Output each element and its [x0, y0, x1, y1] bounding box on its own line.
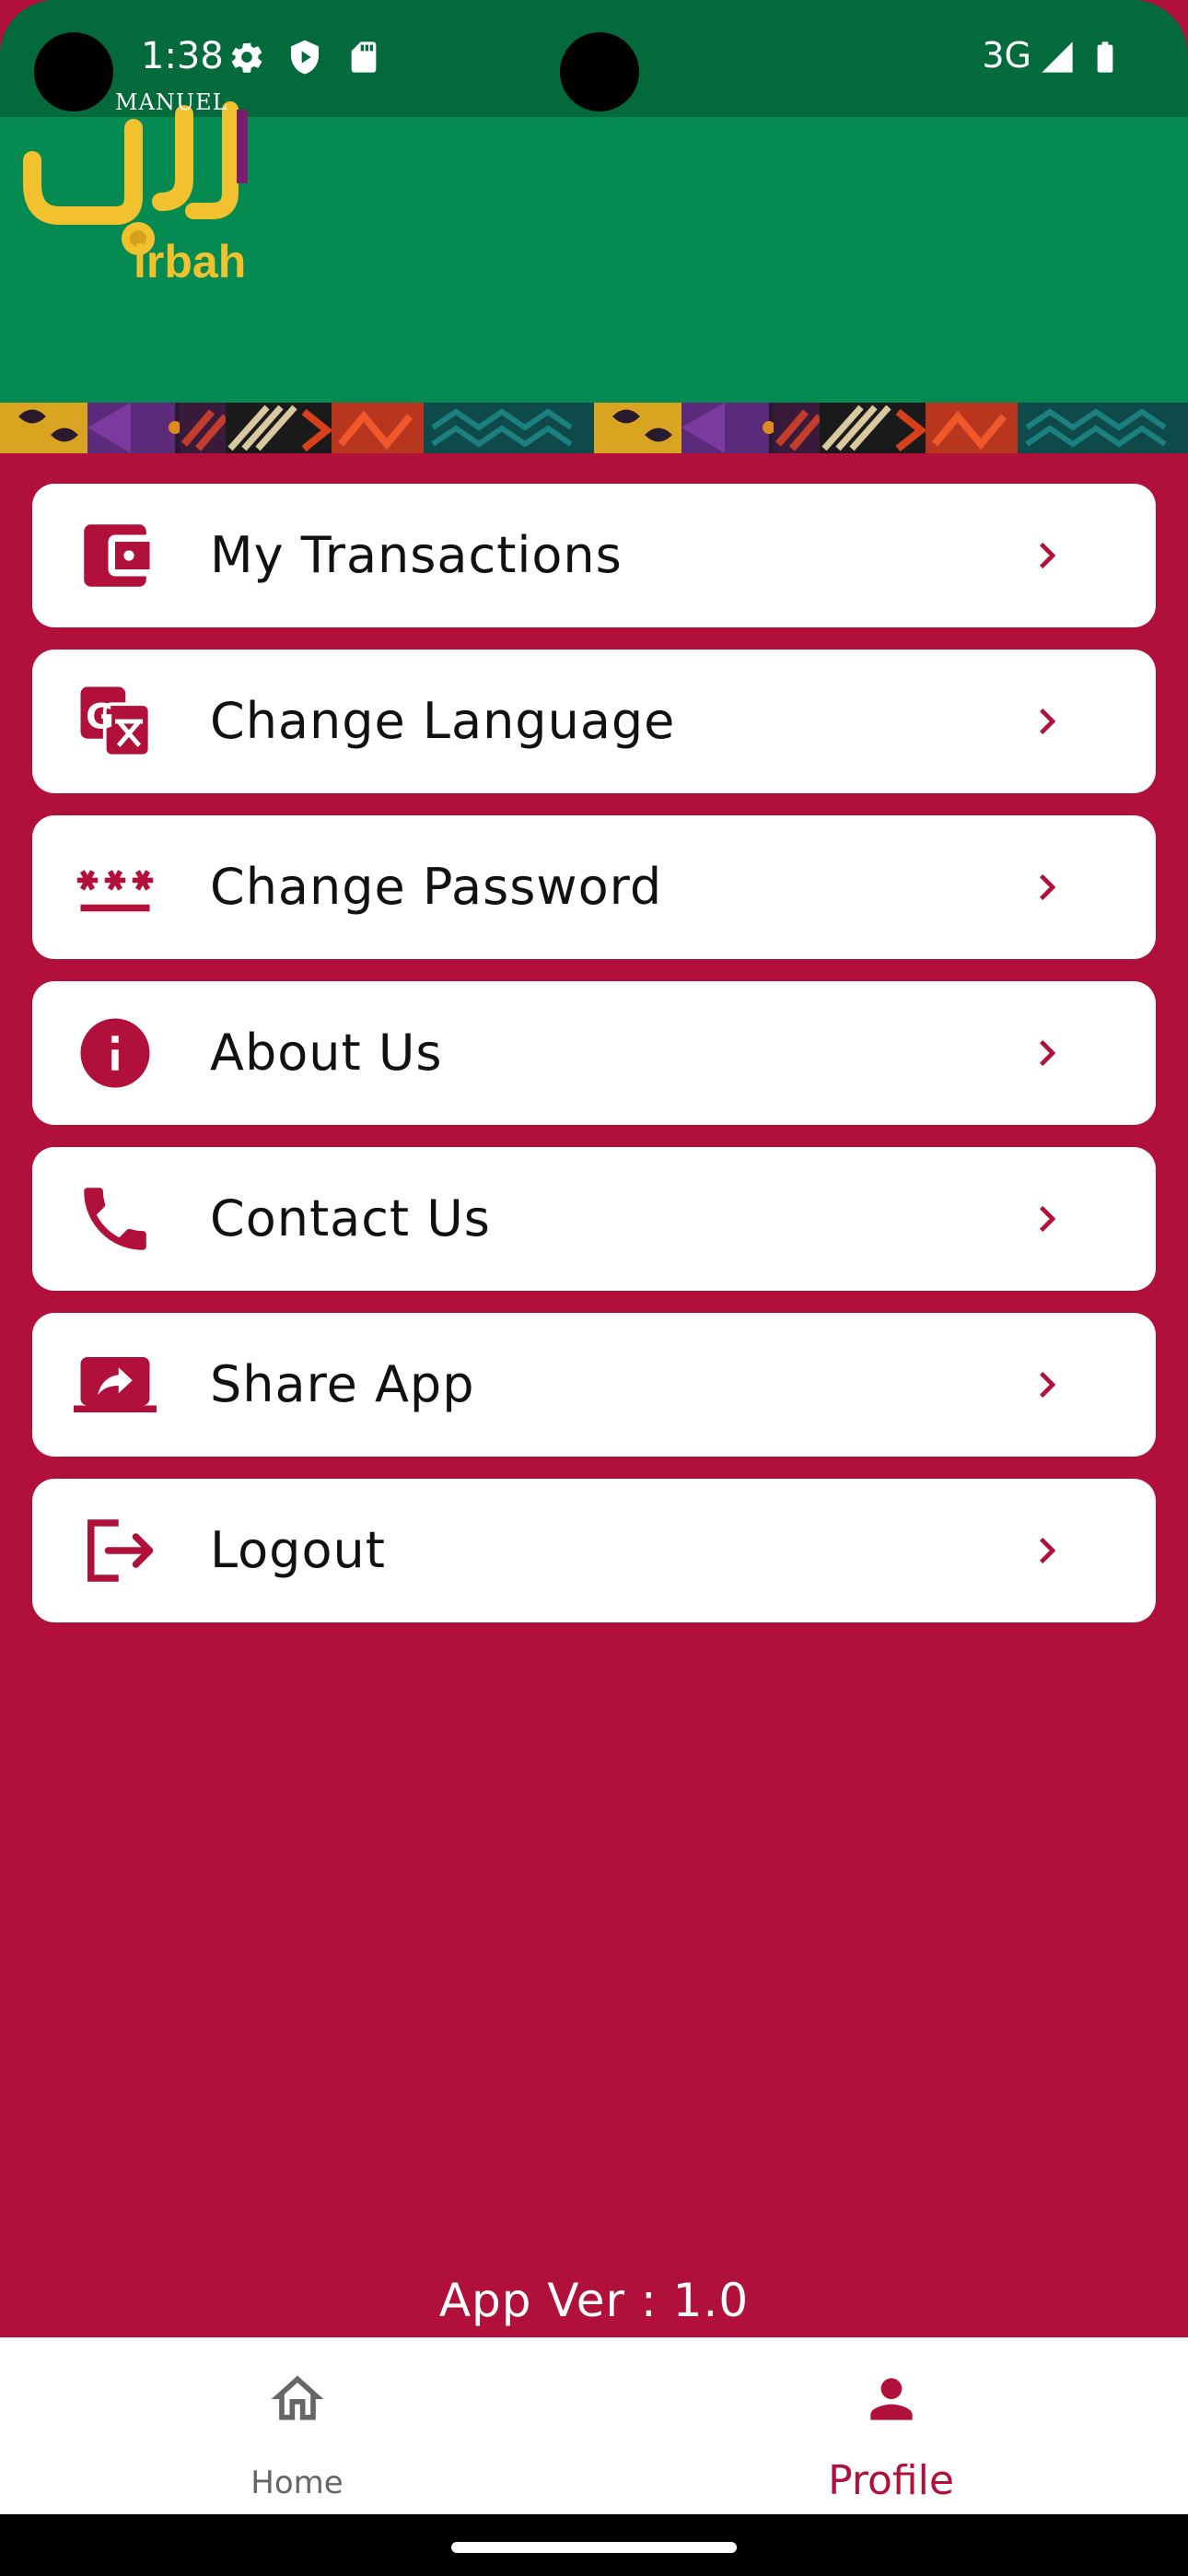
- menu-item-label: Change Password: [210, 858, 663, 916]
- nav-item-home[interactable]: Home: [0, 2337, 594, 2514]
- battery-icon: [1097, 41, 1113, 73]
- chevron-right-icon: [1040, 1372, 1056, 1398]
- chevron-right-icon: [1040, 874, 1056, 900]
- decorative-pattern-band: [0, 403, 1188, 453]
- menu-item-label: My Transactions: [210, 526, 623, 584]
- sd-card-icon: [351, 41, 377, 73]
- signal-icon: [1042, 41, 1073, 73]
- menu-item-label: About Us: [210, 1024, 443, 1082]
- network-type: 3G: [982, 35, 1031, 76]
- svg-text:G: G: [86, 697, 114, 737]
- menu-item-label: Contact Us: [210, 1189, 491, 1247]
- chevron-right-icon: [1040, 1206, 1056, 1232]
- app-version-label: App Ver : 1.0: [438, 2274, 750, 2327]
- gesture-handle[interactable]: [451, 2542, 737, 2553]
- gear-icon: [231, 42, 262, 73]
- logo-caption: irbah: [134, 236, 247, 287]
- menu-item-about-us[interactable]: About Us: [32, 981, 1156, 1125]
- header-banner: MANUEL irbah: [0, 89, 1188, 403]
- menu-item-share-app[interactable]: Share App: [32, 1313, 1156, 1457]
- menu-item-change-language[interactable]: G Change Language: [32, 650, 1156, 793]
- person-icon: [869, 2378, 913, 2420]
- shield-play-icon: [291, 40, 319, 75]
- chevron-right-icon: [1040, 1040, 1056, 1066]
- camera-cutout-center: [560, 32, 639, 111]
- nav-label-home: Home: [250, 2465, 344, 2501]
- home-icon: [271, 2375, 323, 2420]
- gesture-navigation-area: [0, 2514, 1188, 2576]
- share-laptop-icon: [74, 1357, 157, 1412]
- password-icon: [76, 870, 154, 912]
- logo-brand: MANUEL: [115, 89, 228, 115]
- menu-item-change-password[interactable]: Change Password: [32, 815, 1156, 959]
- chevron-right-icon: [1040, 543, 1056, 568]
- menu-item-my-transactions[interactable]: My Transactions: [32, 484, 1156, 627]
- bottom-navigation: Home Profile: [0, 2337, 1188, 2514]
- nav-item-profile[interactable]: Profile: [594, 2337, 1188, 2514]
- menu-item-logout[interactable]: Logout: [32, 1479, 1156, 1622]
- wallet-icon: [84, 524, 150, 587]
- chevron-right-icon: [1040, 708, 1056, 734]
- menu-item-contact-us[interactable]: Contact Us: [32, 1147, 1156, 1291]
- profile-screen: 1:38 3G MANUEL irbah My Transactions G C…: [0, 0, 1188, 2576]
- translate-icon: G: [80, 686, 152, 758]
- logout-icon: [87, 1519, 154, 1582]
- menu-item-label: Change Language: [210, 692, 676, 750]
- nav-label-profile: Profile: [828, 2457, 954, 2504]
- chevron-right-icon: [1040, 1538, 1056, 1563]
- menu-item-label: Logout: [210, 1521, 386, 1579]
- phone-icon: [84, 1188, 146, 1250]
- info-icon: [80, 1018, 150, 1088]
- status-time: 1:38: [141, 35, 224, 77]
- menu-item-label: Share App: [210, 1355, 475, 1413]
